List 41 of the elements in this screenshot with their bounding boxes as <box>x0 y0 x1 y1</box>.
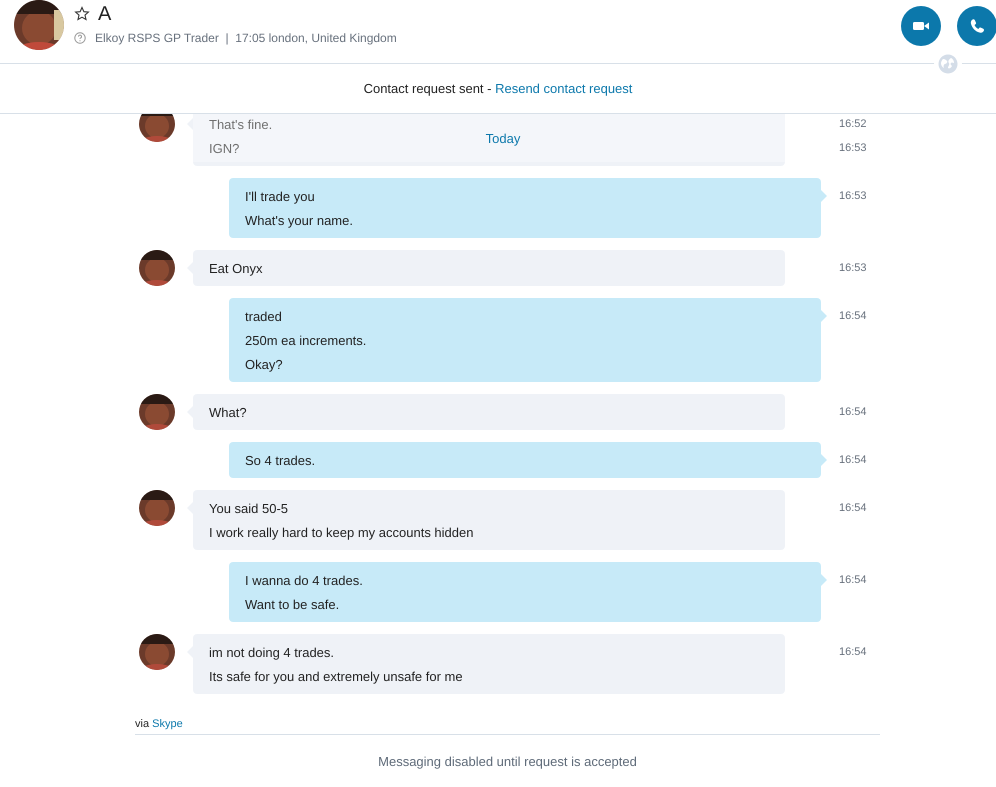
request-notice: Contact request sent - <box>364 81 492 96</box>
skype-link[interactable]: Skype <box>152 718 183 730</box>
message-text: Eat Onyx <box>209 260 262 276</box>
call-button[interactable] <box>957 6 996 46</box>
messaging-disabled-notice: Messaging disabled until request is accepted <box>377 754 638 769</box>
message-text: That's fine. <box>209 116 272 132</box>
globe-icon <box>938 54 958 74</box>
resend-request-link[interactable]: Resend contact request <box>495 81 632 96</box>
message-text: Its safe for you and extremely unsafe for me <box>209 668 463 684</box>
date-label: Today <box>486 130 520 146</box>
contact-status: Elkoy RSPS GP Trader | 17:05 london, United Kingdom <box>95 31 397 45</box>
via-label: via <box>135 718 150 730</box>
message-text: You said 50-5 <box>209 500 288 516</box>
message-time: 16:52 <box>839 118 867 130</box>
message-time: 16:53 <box>839 190 867 202</box>
video-camera-icon <box>913 22 929 30</box>
message-text: Want to be safe. <box>245 596 340 612</box>
contact-name: A <box>98 2 112 26</box>
message-time: 16:54 <box>839 454 867 466</box>
message-time: 16:54 <box>839 406 867 418</box>
message-time: 16:54 <box>839 574 867 586</box>
message-time: 16:53 <box>839 262 867 274</box>
message-time: 16:54 <box>839 310 867 322</box>
message-text: IGN? <box>209 140 240 156</box>
message-text: traded <box>245 308 282 324</box>
message-text: Okay? <box>245 356 283 372</box>
message-text: What's your name. <box>245 212 353 228</box>
message-text: What? <box>209 404 247 420</box>
message-text: I'll trade you <box>245 188 315 204</box>
message-text: I wanna do 4 trades. <box>245 572 363 588</box>
video-call-button[interactable] <box>901 6 941 46</box>
message-text: So 4 trades. <box>245 452 316 468</box>
phone-icon <box>970 18 984 34</box>
message-time: 16:54 <box>839 646 867 658</box>
message-text: im not doing 4 trades. <box>209 644 334 660</box>
message-time: 16:53 <box>839 142 867 154</box>
star-icon[interactable] <box>74 6 90 22</box>
message-text: I work really hard to keep my accounts hidden <box>209 524 474 540</box>
help-icon <box>74 32 86 44</box>
message-time: 16:54 <box>839 502 867 514</box>
message-text: 250m ea increments. <box>245 332 366 348</box>
